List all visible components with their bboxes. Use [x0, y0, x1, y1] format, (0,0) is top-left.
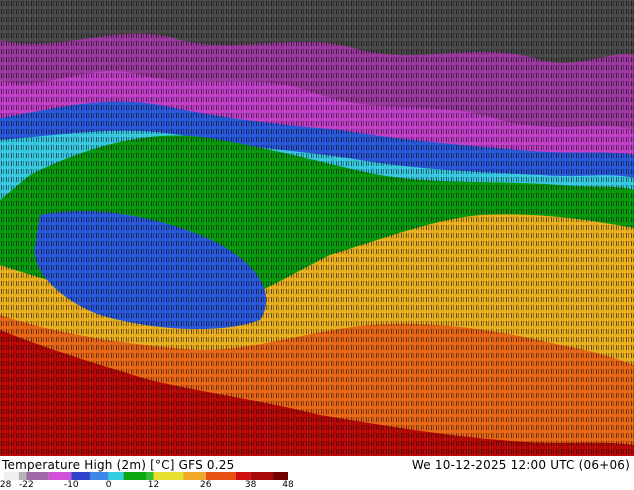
legend-swatch: [235, 472, 251, 480]
legend-swatch: [250, 472, 274, 480]
legend-tick-label: -10: [63, 480, 79, 490]
legend-tick-label: 38: [244, 480, 257, 490]
map-footer: Temperature High (2m) [°C] GFS 0.25 We 1…: [0, 456, 634, 490]
legend-swatch: [273, 472, 288, 480]
legend-tick-label: 48: [282, 480, 294, 490]
legend-swatch: [89, 472, 109, 480]
legend-swatch: [153, 472, 184, 480]
legend-swatch: [146, 472, 154, 480]
map-view: Temperature High (2m) [°C] GFS 0.25 We 1…: [0, 0, 634, 490]
map-title: Temperature High (2m) [°C] GFS 0.25: [2, 458, 235, 472]
legend-swatch: [71, 472, 90, 480]
color-legend-bar: [4, 472, 288, 480]
legend-tick-label: -22: [19, 480, 34, 490]
legend-swatch: [26, 472, 49, 480]
legend-tick-label: -28: [0, 480, 12, 490]
legend-tick-label: 0: [105, 480, 112, 490]
legend-swatch: [205, 472, 236, 480]
legend-swatch: [183, 472, 206, 480]
legend-tick-label: 12: [147, 480, 160, 490]
legend-swatch: [18, 472, 27, 480]
forecast-timestamp: We 10-12-2025 12:00 UTC (06+06): [411, 458, 630, 472]
temperature-map: [0, 0, 634, 456]
legend-swatch: [48, 472, 72, 480]
color-legend-labels: -28 -22 -10 0 12 26 38 48: [0, 480, 300, 490]
legend-swatch: [123, 472, 146, 480]
legend-swatch: [4, 472, 19, 480]
legend-tick-label: 26: [200, 480, 212, 490]
legend-swatch: [108, 472, 124, 480]
value-digit-overlay: [0, 0, 634, 456]
